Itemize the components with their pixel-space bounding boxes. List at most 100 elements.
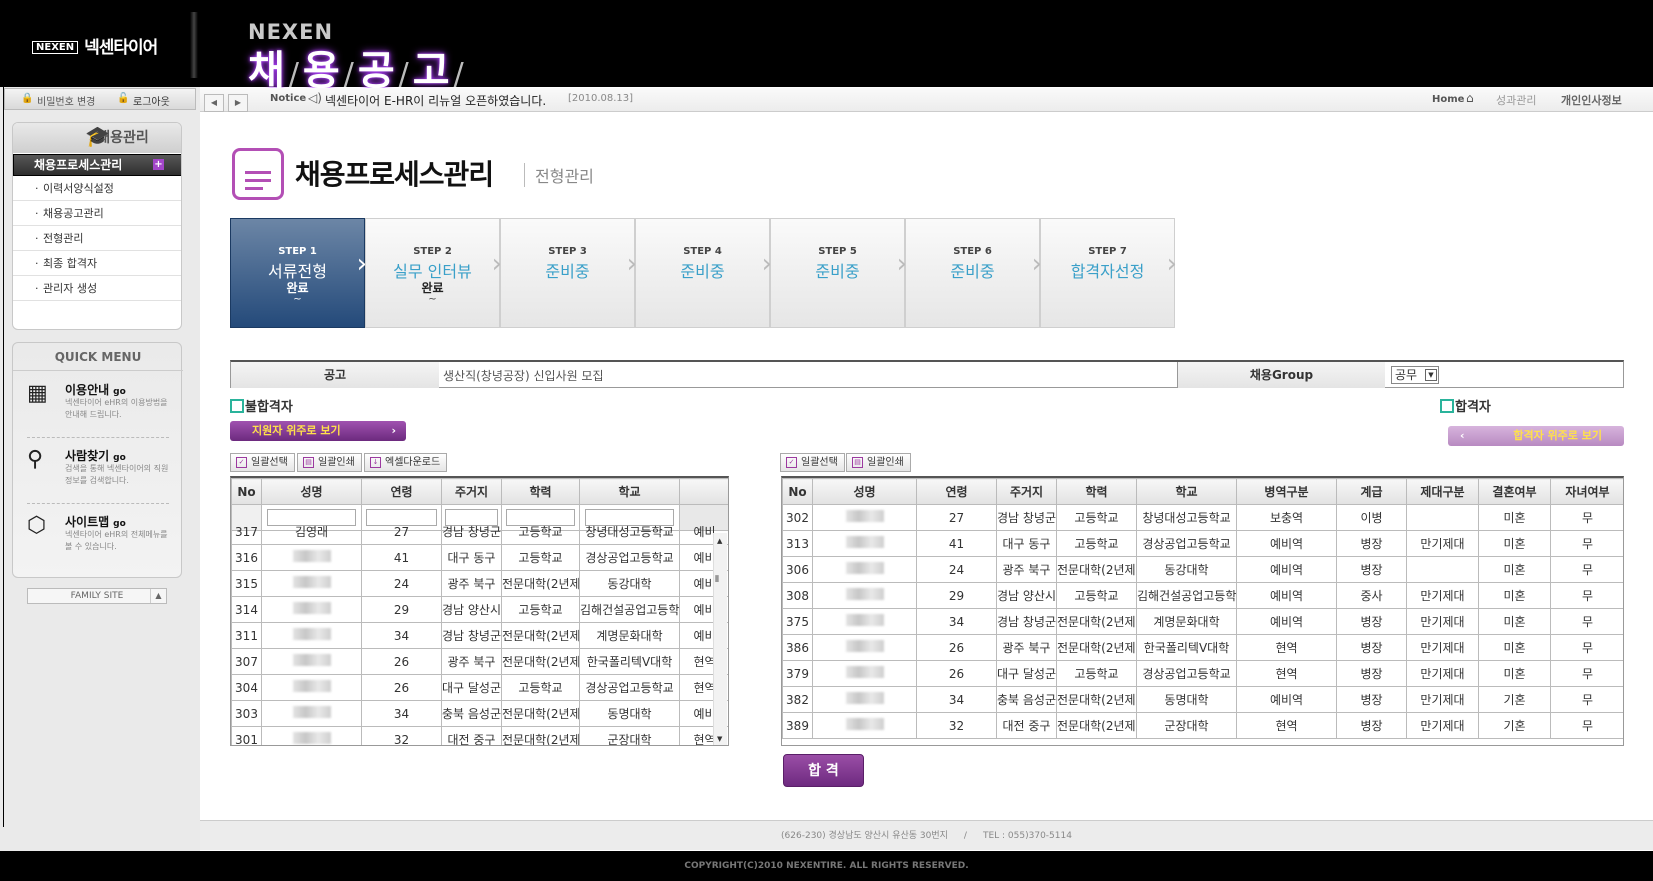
quick-item-desc: 검색을 통해 넥센타이어의 직원정보를 검색합니다. (65, 464, 169, 485)
prev-notice-button[interactable]: ◀ (204, 94, 224, 112)
table-cell: 304 (231, 674, 262, 701)
table-row[interactable]: 379 26 대구 달성군 고등학교 경상공업고등학교 현역 병장 만기제대 미혼 무 (782, 660, 1623, 687)
table-cell: 315 (231, 570, 262, 597)
notice-text[interactable]: 넥센타이어 E-HR이 리뉴얼 오픈하였습니다. (325, 92, 546, 109)
page-subtitle: 전형관리 (524, 163, 594, 187)
table-row[interactable]: 304 26 대구 달성군 고등학교 경상공업고등학교 현역 (231, 674, 728, 701)
table-row[interactable]: 315 24 광주 북구 전문대학(2년제) 동강대학 예비 (231, 570, 728, 597)
table-cell: 한국폴리텍V대학 (579, 648, 680, 675)
table-cell: 무 (1550, 556, 1623, 583)
step-4[interactable]: STEP 4 준비중 › (635, 218, 772, 328)
table-row[interactable]: 314 29 경남 양산시 고등학교 김해건설공업고등학교 예비 (231, 596, 728, 623)
table-row[interactable]: 317 김영래 27 경남 창녕군 고등학교 창녕대성고등학교 예비 (231, 518, 728, 545)
sidebar-item-screening[interactable]: 전형관리 (13, 226, 181, 251)
table-cell: 무 (1550, 686, 1623, 713)
column-header: 성명 (812, 478, 917, 505)
sidebar-item-admin-create[interactable]: 관리자 생성 (13, 276, 181, 301)
table-cell (261, 544, 362, 571)
go-link[interactable]: go (113, 453, 126, 463)
step-2[interactable]: STEP 2 실무 인터뷰 완료 ~ › (365, 218, 502, 328)
column-header: 학교 (579, 478, 680, 505)
go-link[interactable]: go (113, 519, 126, 529)
table-cell: 41 (361, 544, 442, 571)
sidebar-item-final-pass[interactable]: 최종 합격자 (13, 251, 181, 276)
table-cell: 고등학교 (501, 596, 580, 623)
company-logo[interactable]: NEXEN 넥센타이어 (32, 33, 158, 58)
logout-link[interactable]: 로그아웃 (133, 93, 170, 108)
step-7[interactable]: STEP 7 합격자선정 › (1040, 218, 1177, 328)
table-cell: 전문대학(2년제) (501, 648, 580, 675)
table-row[interactable]: 316 41 대구 동구 고등학교 경상공업고등학교 예비 (231, 544, 728, 571)
quick-item-sitemap[interactable]: ⬡ 사이트맵 go 넥센타이어 eHR의 전체메뉴를 볼 수 있습니다. (27, 513, 177, 559)
sidebar-item-resume-form[interactable]: 이력서양식설정 (13, 176, 181, 201)
excel-download-button[interactable]: ↓ 엑셀다운로드 (364, 453, 448, 472)
column-header: 결혼여부 (1478, 478, 1551, 505)
table-cell: 대구 달성군 (441, 674, 502, 701)
step-6[interactable]: STEP 6 준비중 › (905, 218, 1042, 328)
table-cell: 386 (782, 634, 813, 661)
table-row[interactable]: 375 34 경남 창녕군 전문대학(2년제) 계명문화대학 예비역 병장 만기제대 미혼 무 (782, 608, 1623, 635)
table-cell: 김해건설공업고등학교 (579, 596, 680, 623)
table-cell: 고등학교 (501, 544, 580, 571)
table-row[interactable]: 307 26 광주 북구 전문대학(2년제) 한국폴리텍V대학 현역 (231, 648, 728, 675)
expand-icon[interactable]: + (153, 159, 164, 170)
table-row[interactable]: 313 41 대구 동구 고등학교 경상공업고등학교 예비역 병장 만기제대 미혼 무 (782, 530, 1623, 557)
table-row[interactable]: 302 27 경남 창녕군 고등학교 창녕대성고등학교 보충역 이병 미혼 무 (782, 504, 1623, 531)
notice-date: [2010.08.13] (568, 93, 634, 104)
right-select-all-button[interactable]: ✓ 일괄선택 (780, 453, 845, 472)
table-cell: 예비역 (1236, 686, 1337, 713)
table-cell (261, 622, 362, 649)
quick-item-guide[interactable]: ▦ 이용안내 go 넥센타이어 eHR의 이용방법을 안내해 드립니다. (27, 381, 177, 427)
go-link[interactable]: go (113, 387, 126, 397)
table-row[interactable]: 389 32 대전 중구 전문대학(2년제) 군장대학 현역 병장 만기제대 기혼 무 (782, 712, 1623, 739)
table-cell: 24 (916, 556, 997, 583)
table-row[interactable]: 308 29 경남 양산시 고등학교 김해건설공업고등학교 예비역 중사 만기제대 미혼 무 (782, 582, 1623, 609)
chevron-right-icon: › (1166, 249, 1177, 279)
lock-icon: 🔒 (21, 93, 34, 104)
table-row[interactable]: 306 24 광주 북구 전문대학(2년제) 동강대학 예비역 병장 미혼 무 (782, 556, 1623, 583)
table-cell: 광주 북구 (441, 570, 502, 597)
right-print-all-button[interactable]: ▤ 일괄인쇄 (846, 453, 911, 472)
redacted-name (845, 666, 884, 678)
table-cell: 34 (916, 686, 997, 713)
table-cell: 기혼 (1478, 686, 1551, 713)
table-cell: 27 (916, 504, 997, 531)
left-select-all-button[interactable]: ✓ 일괄선택 (230, 453, 295, 472)
checkbox-icon: ✓ (786, 457, 797, 468)
breadcrumb-mid[interactable]: 성과관리 (1496, 92, 1536, 108)
column-header: 제대구분 (1406, 478, 1479, 505)
table-cell: 군장대학 (579, 726, 680, 745)
table-cell (261, 726, 362, 745)
table-cell: 전문대학(2년제) (501, 622, 580, 649)
table-row[interactable]: 311 34 경남 창녕군 전문대학(2년제) 계명문화대학 예비 (231, 622, 728, 649)
sidebar-item-job-posting[interactable]: 채용공고관리 (13, 201, 181, 226)
table-cell: 경남 양산시 (441, 596, 502, 623)
breadcrumb-home[interactable]: Home (1432, 94, 1464, 105)
scroll-up-icon: ▲ (717, 537, 723, 545)
table-cell: 301 (231, 726, 262, 745)
pass-button[interactable]: 합 격 (783, 754, 864, 787)
step-1[interactable]: STEP 1 서류전형 완료 ~ › (230, 218, 367, 328)
step-5[interactable]: STEP 5 준비중 › (770, 218, 907, 328)
sidebar-item-selected[interactable]: 채용프로세스관리 + (13, 154, 181, 176)
people-icon: ⚲ (27, 447, 44, 472)
table-row[interactable]: 303 34 충북 음성군 전문대학(2년제) 동명대학 예비 (231, 700, 728, 727)
table-cell: 고등학교 (1056, 504, 1137, 531)
group-select[interactable]: 공무 ▼ (1391, 366, 1439, 384)
change-password-link[interactable]: 비밀번호 변경 (37, 93, 95, 108)
passer-view-button[interactable]: ‹ 합격자 위주로 보기 (1448, 426, 1624, 446)
left-print-all-button[interactable]: ▤ 일괄인쇄 (297, 453, 362, 472)
quick-item-title: 사람찾기 (65, 449, 110, 463)
applicant-view-button[interactable]: 지원자 위주로 보기 › (230, 421, 406, 441)
quick-item-people[interactable]: ⚲ 사람찾기 go 검색을 통해 넥센타이어의 직원정보를 검색합니다. (27, 447, 177, 493)
table-row[interactable]: 386 26 광주 북구 전문대학(2년제) 한국폴리텍V대학 현역 병장 만기제대 미혼 무 (782, 634, 1623, 661)
next-notice-button[interactable]: ▶ (228, 94, 248, 112)
table-cell (1406, 504, 1479, 531)
left-table-scrollbar[interactable]: ▲ ⦀ ▼ (713, 533, 727, 745)
family-site-select[interactable]: FAMILY SITE ▲ (27, 588, 167, 604)
step-3[interactable]: STEP 3 준비중 › (500, 218, 637, 328)
table-row[interactable]: 382 34 충북 음성군 전문대학(2년제) 동명대학 예비역 병장 만기제대 기혼 무 (782, 686, 1623, 713)
arrow-up-icon: ▲ (150, 589, 166, 603)
table-cell: 동명대학 (579, 700, 680, 727)
table-row[interactable]: 301 32 대전 중구 전문대학(2년제) 군장대학 현역 (231, 726, 728, 745)
